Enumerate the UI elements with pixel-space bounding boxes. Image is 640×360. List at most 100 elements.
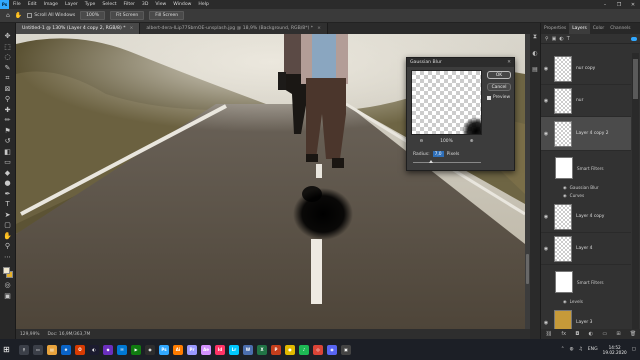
menu-select[interactable]: Select bbox=[102, 2, 116, 7]
close-icon[interactable]: ✕ bbox=[626, 2, 640, 8]
screen-mode-icon[interactable]: ▣ bbox=[2, 291, 14, 302]
menu-3d[interactable]: 3D bbox=[142, 2, 148, 7]
rectangle-tool-icon[interactable]: ▢ bbox=[2, 220, 14, 231]
layer-row-selected[interactable]: ◉ Layer 4 copy 2 bbox=[541, 117, 631, 151]
filter-adjustment-icon[interactable]: ◐ bbox=[559, 36, 563, 42]
language-indicator[interactable]: ENG bbox=[588, 347, 598, 352]
menu-view[interactable]: View bbox=[155, 2, 166, 7]
powerpoint-icon[interactable]: P bbox=[271, 344, 281, 355]
hand-tool-icon[interactable]: ✋ bbox=[2, 231, 14, 242]
indesign-taskbar-icon[interactable]: Id bbox=[215, 344, 225, 355]
edge-icon[interactable]: e bbox=[61, 344, 71, 355]
path-select-tool-icon[interactable]: ➤ bbox=[2, 210, 14, 221]
blur-preview[interactable] bbox=[411, 70, 482, 135]
dialog-titlebar[interactable]: Gaussian Blur ✕ bbox=[407, 58, 514, 67]
tab-color[interactable]: Color bbox=[590, 23, 607, 34]
premiere-taskbar-icon[interactable]: Pr bbox=[187, 344, 197, 355]
filter-row[interactable]: ◉ Gaussian Blur bbox=[563, 185, 599, 190]
new-layer-icon[interactable]: ⊞ bbox=[616, 331, 620, 337]
visibility-eye-icon[interactable]: ◉ bbox=[541, 320, 551, 326]
spotify-icon[interactable]: ♪ bbox=[299, 344, 309, 355]
office-icon[interactable]: O bbox=[75, 344, 85, 355]
add-mask-icon[interactable]: ◘ bbox=[575, 331, 579, 337]
new-group-icon[interactable]: ▭ bbox=[602, 331, 607, 337]
filter-toggle[interactable] bbox=[631, 36, 637, 41]
foreground-color-swatch[interactable] bbox=[2, 267, 10, 274]
menu-type[interactable]: Type bbox=[85, 2, 96, 7]
filter-kind-icon[interactable]: ⚲ bbox=[545, 36, 549, 42]
layer-row[interactable]: ◉ Layer 4 bbox=[541, 233, 631, 265]
discord-icon[interactable]: ◉ bbox=[327, 344, 337, 355]
excel-icon[interactable]: X bbox=[257, 344, 267, 355]
layer-row[interactable]: ◉ nur copy bbox=[541, 53, 631, 85]
history-panel-icon[interactable]: ⧗ bbox=[533, 33, 537, 41]
preview-checkbox[interactable]: Preview bbox=[487, 95, 510, 100]
link-layers-icon[interactable]: ⛓ bbox=[546, 331, 552, 337]
windows-start-icon[interactable]: ⊞ bbox=[3, 345, 15, 354]
radius-slider-knob[interactable] bbox=[429, 160, 434, 163]
tab-properties[interactable]: Properties bbox=[541, 23, 569, 34]
maximize-icon[interactable]: ❐ bbox=[612, 2, 626, 8]
visibility-eye-icon[interactable]: ◉ bbox=[541, 131, 551, 137]
minimize-icon[interactable]: – bbox=[598, 2, 612, 8]
app-icon[interactable]: ◆ bbox=[103, 344, 113, 355]
visibility-eye-icon[interactable]: ◉ bbox=[541, 66, 551, 72]
type-tool-icon[interactable]: T bbox=[2, 199, 14, 210]
close-tab-icon[interactable]: × bbox=[130, 26, 134, 31]
fill-screen-button[interactable]: Fill Screen bbox=[149, 11, 185, 20]
adjustments-panel-icon[interactable]: ◐ bbox=[532, 50, 537, 57]
app-icon[interactable]: ▶ bbox=[131, 344, 141, 355]
cancel-button[interactable]: Cancel bbox=[487, 83, 511, 91]
photoshop-taskbar-icon[interactable]: Ps bbox=[159, 344, 169, 355]
menu-image[interactable]: Image bbox=[44, 2, 58, 7]
chrome-icon[interactable]: ◎ bbox=[313, 344, 323, 355]
home-icon[interactable]: ⌂ bbox=[6, 12, 10, 19]
quick-select-tool-icon[interactable]: ✎ bbox=[2, 63, 14, 74]
visibility-eye-icon[interactable]: ◉ bbox=[541, 214, 551, 220]
filter-row[interactable]: ◉ Levels bbox=[563, 299, 583, 304]
lightroom-taskbar-icon[interactable]: Lr bbox=[229, 344, 239, 355]
scrollbar-thumb[interactable] bbox=[526, 254, 529, 284]
mail-icon[interactable]: ✉ bbox=[117, 344, 127, 355]
eraser-tool-icon[interactable]: ◧ bbox=[2, 147, 14, 158]
frame-tool-icon[interactable]: ⊠ bbox=[2, 84, 14, 95]
scroll-all-windows-checkbox[interactable]: Scroll All Windows bbox=[27, 13, 75, 18]
move-tool-icon[interactable]: ✥ bbox=[2, 31, 14, 42]
doc-size-readout[interactable]: Doc: 16,9M/363,7M bbox=[48, 332, 91, 337]
smart-filters-row[interactable]: Smart Filters bbox=[555, 153, 631, 183]
healing-brush-tool-icon[interactable]: ✚ bbox=[2, 105, 14, 116]
photoshop-logo-icon[interactable]: Ps bbox=[0, 0, 9, 9]
tab-layers[interactable]: Layers bbox=[569, 23, 590, 34]
history-brush-tool-icon[interactable]: ↺ bbox=[2, 136, 14, 147]
illustrator-taskbar-icon[interactable]: Ai bbox=[173, 344, 183, 355]
gradient-tool-icon[interactable]: ▭ bbox=[2, 157, 14, 168]
menu-window[interactable]: Window bbox=[173, 2, 191, 7]
delete-layer-icon[interactable]: 🗑 bbox=[630, 331, 636, 337]
radius-input[interactable]: 7,0 bbox=[432, 151, 444, 157]
pen-tool-icon[interactable]: ✒ bbox=[2, 189, 14, 200]
filter-type-icon[interactable]: T bbox=[567, 36, 570, 42]
menu-file[interactable]: File bbox=[13, 2, 21, 7]
zoom-100-button[interactable]: 100% bbox=[80, 11, 106, 20]
zoom-in-icon[interactable]: ⊕ bbox=[470, 139, 474, 144]
visibility-eye-icon[interactable]: ◉ bbox=[541, 246, 551, 252]
radius-slider[interactable] bbox=[413, 160, 481, 163]
clone-stamp-tool-icon[interactable]: ⚑ bbox=[2, 126, 14, 137]
task-view-icon[interactable]: ▭ bbox=[33, 344, 43, 355]
volume-icon[interactable]: ♫ bbox=[579, 347, 583, 352]
close-icon[interactable]: ✕ bbox=[507, 60, 511, 65]
marquee-tool-icon[interactable]: ⬚ bbox=[2, 42, 14, 53]
layer-style-icon[interactable]: fx bbox=[561, 331, 566, 337]
quick-mask-icon[interactable]: ◎ bbox=[2, 280, 14, 291]
brush-tool-icon[interactable]: ✏ bbox=[2, 115, 14, 126]
filter-pixel-icon[interactable]: ▣ bbox=[552, 36, 557, 42]
layer-row[interactable]: ◉ nur bbox=[541, 85, 631, 117]
dodge-tool-icon[interactable]: ● bbox=[2, 178, 14, 189]
close-tab-icon[interactable]: × bbox=[317, 26, 321, 31]
after-effects-taskbar-icon[interactable]: Ae bbox=[201, 344, 211, 355]
menu-filter[interactable]: Filter bbox=[124, 2, 135, 7]
color-swatches[interactable] bbox=[2, 266, 14, 280]
menu-help[interactable]: Help bbox=[198, 2, 208, 7]
zoom-readout[interactable]: 129,99% bbox=[20, 332, 40, 337]
adjustment-layer-icon[interactable]: ◐ bbox=[589, 331, 593, 337]
